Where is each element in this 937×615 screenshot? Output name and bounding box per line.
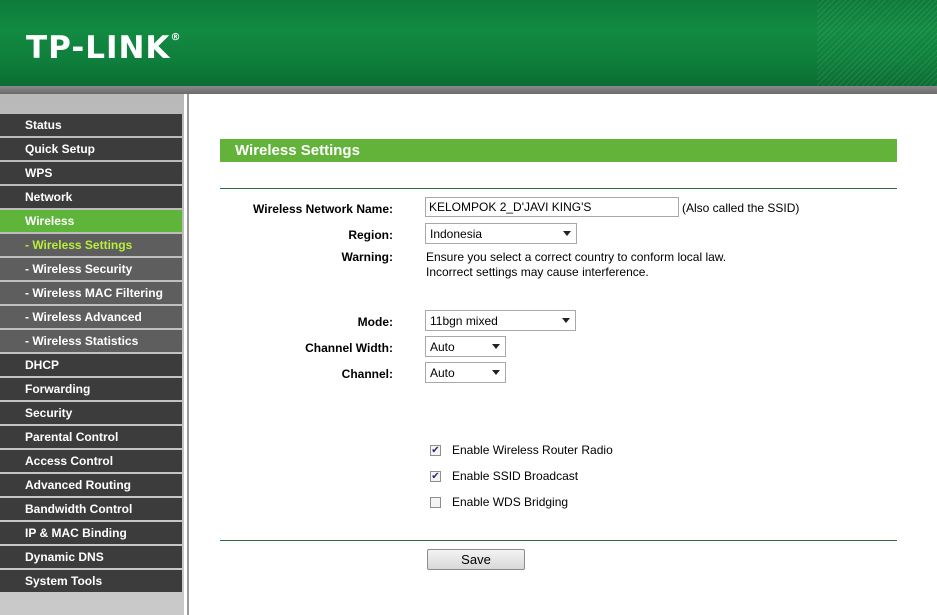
brand-text: TP-LINK (26, 30, 171, 66)
enable-radio-checkbox[interactable]: ✔ (430, 445, 441, 456)
wds-label: Enable WDS Bridging (452, 495, 569, 509)
channel-width-select[interactable]: Auto (425, 336, 506, 357)
channel-width-label: Channel Width: (305, 341, 393, 355)
page-title: Wireless Settings (220, 139, 897, 162)
nav-list: Status Quick Setup WPS Network Wireless - Wir… (0, 114, 184, 592)
divider-top (220, 188, 897, 189)
header-divider (0, 86, 937, 94)
channel-width-value: Auto (430, 339, 455, 354)
sidebar-item-access-control[interactable]: Access Control (0, 450, 182, 472)
save-button[interactable]: Save (427, 549, 525, 570)
mode-value: 11bgn mixed (430, 313, 498, 328)
region-label: Region: (348, 228, 393, 242)
sidebar-item-wireless-settings[interactable]: - Wireless Settings (0, 234, 182, 256)
sidebar-item-quick-setup[interactable]: Quick Setup (0, 138, 182, 160)
sidebar-menu: Status Quick Setup WPS Network Wireless - Wir… (0, 94, 184, 615)
sidebar-item-ip-mac-binding[interactable]: IP & MAC Binding (0, 522, 182, 544)
registered-mark: ® (170, 32, 181, 43)
chevron-down-icon (492, 344, 500, 349)
chevron-down-icon (492, 370, 500, 375)
channel-label: Channel: (341, 367, 393, 381)
sidebar-item-network[interactable]: Network (0, 186, 182, 208)
ssid-broadcast-checkbox[interactable]: ✔ (430, 471, 441, 482)
sidebar-item-system-tools[interactable]: System Tools (0, 570, 182, 592)
tp-link-logo: TP-LINK® (26, 30, 180, 66)
checkmark-icon: ✔ (431, 444, 440, 456)
sidebar-item-security[interactable]: Security (0, 402, 182, 424)
ssid-label: Wireless Network Name: (253, 202, 393, 216)
sidebar-item-status[interactable]: Status (0, 114, 182, 136)
divider-bottom (220, 540, 897, 541)
chevron-down-icon (563, 231, 571, 236)
sidebar-item-wireless[interactable]: Wireless (0, 210, 182, 232)
header-pattern (817, 0, 937, 86)
page-title-text: Wireless Settings (235, 142, 360, 159)
chevron-down-icon (562, 318, 570, 323)
sidebar-item-forwarding[interactable]: Forwarding (0, 378, 182, 400)
ssid-input[interactable] (425, 197, 679, 217)
warning-line-2: Incorrect settings may cause interferenc… (426, 265, 649, 279)
sidebar-item-wireless-security[interactable]: - Wireless Security (0, 258, 182, 280)
warning-label: Warning: (341, 250, 393, 264)
sidebar-item-advanced-routing[interactable]: Advanced Routing (0, 474, 182, 496)
channel-value: Auto (430, 365, 455, 380)
ssid-note: (Also called the SSID) (682, 201, 800, 215)
region-value: Indonesia (430, 226, 483, 241)
sidebar-item-wps[interactable]: WPS (0, 162, 182, 184)
sidebar-item-bandwidth-control[interactable]: Bandwidth Control (0, 498, 182, 520)
sidebar-item-dynamic-dns[interactable]: Dynamic DNS (0, 546, 182, 568)
sidebar-item-dhcp[interactable]: DHCP (0, 354, 182, 376)
enable-radio-label: Enable Wireless Router Radio (452, 443, 613, 457)
sidebar-item-wireless-statistics[interactable]: - Wireless Statistics (0, 330, 182, 352)
sidebar-item-wireless-mac-filtering[interactable]: - Wireless MAC Filtering (0, 282, 182, 304)
ssid-broadcast-label: Enable SSID Broadcast (452, 469, 579, 483)
sidebar-item-parental-control[interactable]: Parental Control (0, 426, 182, 448)
checkmark-icon: ✔ (431, 470, 440, 482)
warning-line-1: Ensure you select a correct country to c… (426, 250, 727, 264)
region-select[interactable]: Indonesia (425, 223, 577, 244)
channel-select[interactable]: Auto (425, 362, 506, 383)
mode-select[interactable]: 11bgn mixed (425, 310, 576, 331)
header-banner: TP-LINK® (0, 0, 937, 86)
mode-label: Mode: (357, 315, 393, 329)
wds-checkbox[interactable] (430, 497, 441, 508)
sidebar-item-wireless-advanced[interactable]: - Wireless Advanced (0, 306, 182, 328)
